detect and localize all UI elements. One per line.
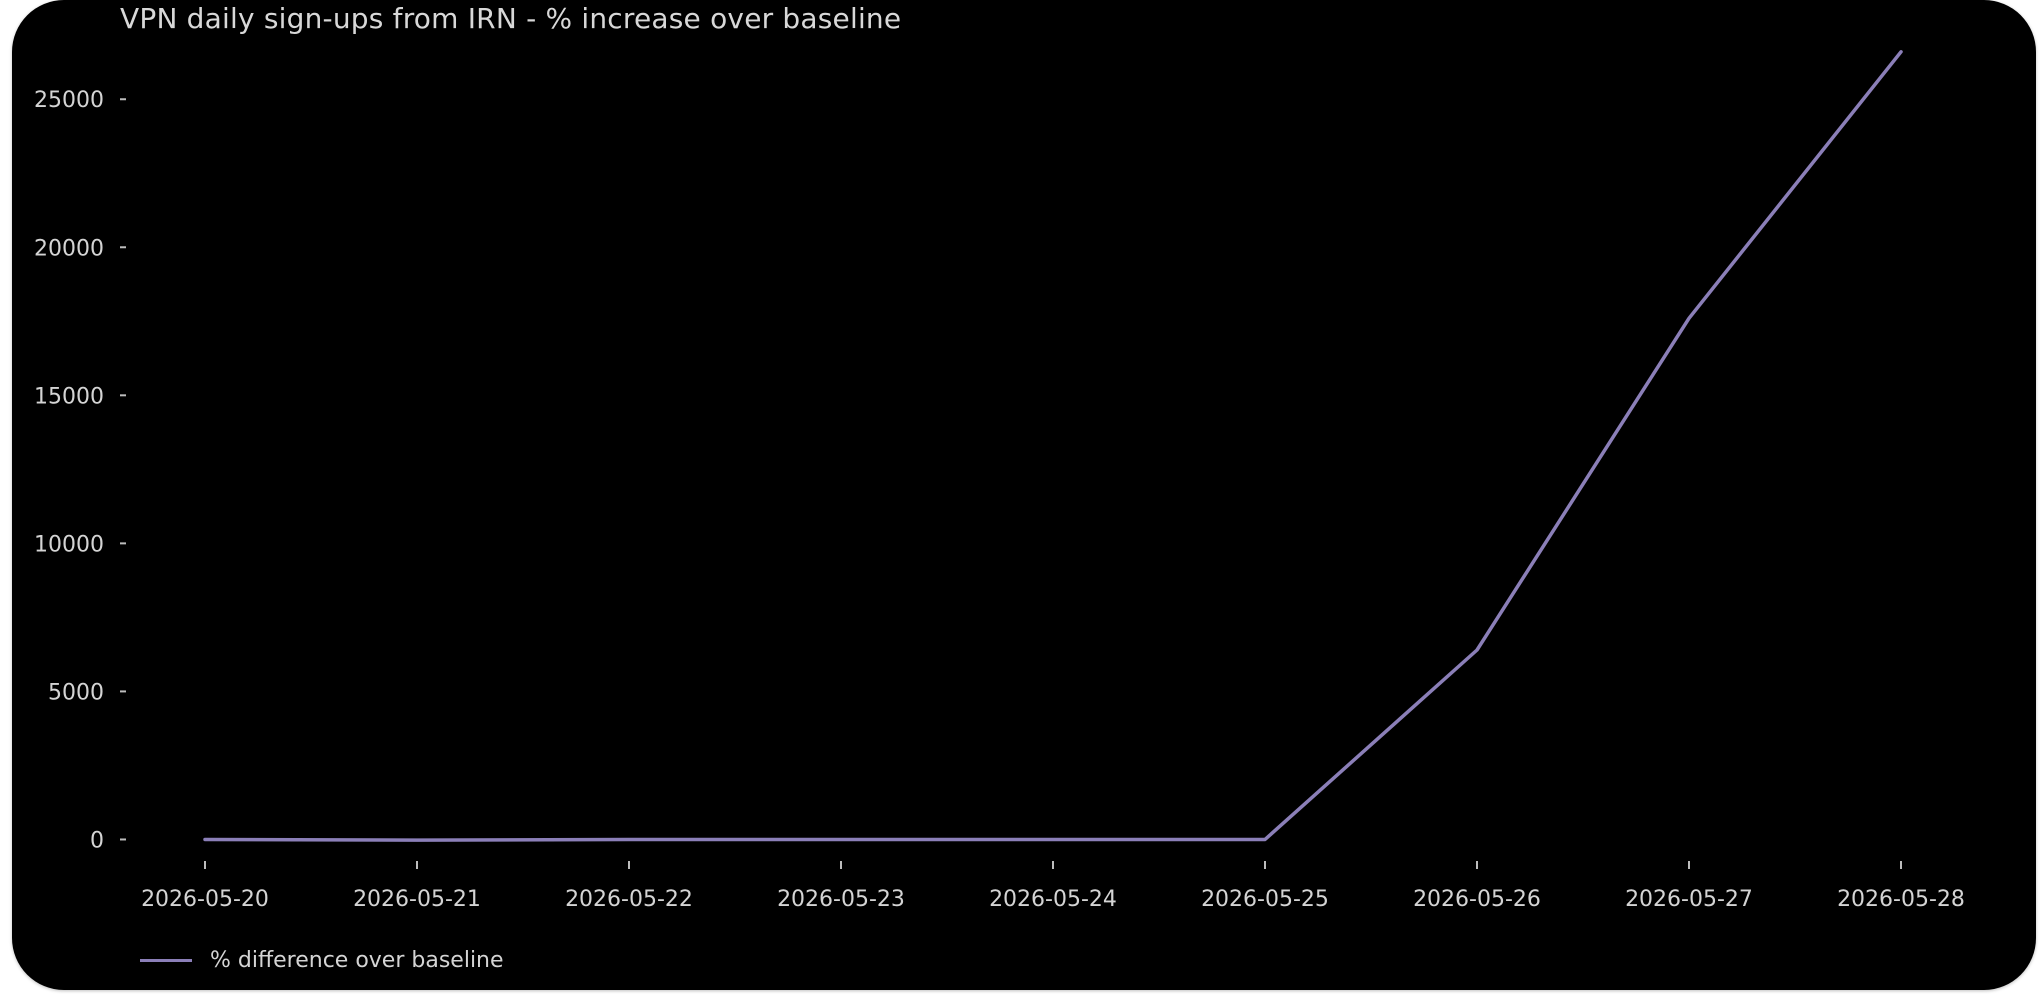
x-tick-label: 2026-05-27 <box>1625 887 1753 912</box>
line-chart: 0500010000150002000025000 2026-05-20 2026… <box>34 50 1965 912</box>
x-axis: 2026-05-20 2026-05-21 2026-05-22 2026-05-23… <box>141 861 1965 912</box>
series-group <box>203 50 1903 842</box>
data-point <box>1475 648 1479 652</box>
x-tick-label: 2026-05-22 <box>565 887 693 912</box>
legend-label: % difference over baseline <box>210 947 504 973</box>
x-tick-label: 2026-05-21 <box>353 887 481 912</box>
y-tick-label: 5000 <box>48 680 104 705</box>
data-point <box>1687 317 1691 320</box>
data-point <box>415 838 419 842</box>
data-point <box>203 838 207 841</box>
data-point <box>1899 50 1903 54</box>
legend-swatch <box>140 958 192 962</box>
legend: % difference over baseline <box>140 944 504 976</box>
series-line <box>203 50 1903 842</box>
data-point <box>839 838 843 841</box>
data-point <box>1263 838 1267 841</box>
y-tick-label: 20000 <box>34 236 104 261</box>
y-tick-label: 0 <box>90 828 104 853</box>
y-tick-label: 15000 <box>34 384 104 409</box>
y-axis: 0 5000 10000 15000 20000 25000 <box>34 88 126 853</box>
chart-card: VPN daily sign-ups from IRN - % increase… <box>12 0 2036 990</box>
x-tick-label: 2026-05-20 <box>141 887 269 912</box>
x-tick-label: 2026-05-23 <box>777 887 905 912</box>
data-point <box>1051 838 1055 841</box>
x-tick-label: 2026-05-25 <box>1201 887 1329 912</box>
y-tick-label: 10000 <box>34 532 104 557</box>
data-point <box>627 838 631 841</box>
x-tick-label: 2026-05-26 <box>1413 887 1541 912</box>
y-tick-label: 25000 <box>34 88 104 113</box>
x-tick-label: 2026-05-28 <box>1837 887 1965 912</box>
x-tick-label: 2026-05-24 <box>989 887 1117 912</box>
